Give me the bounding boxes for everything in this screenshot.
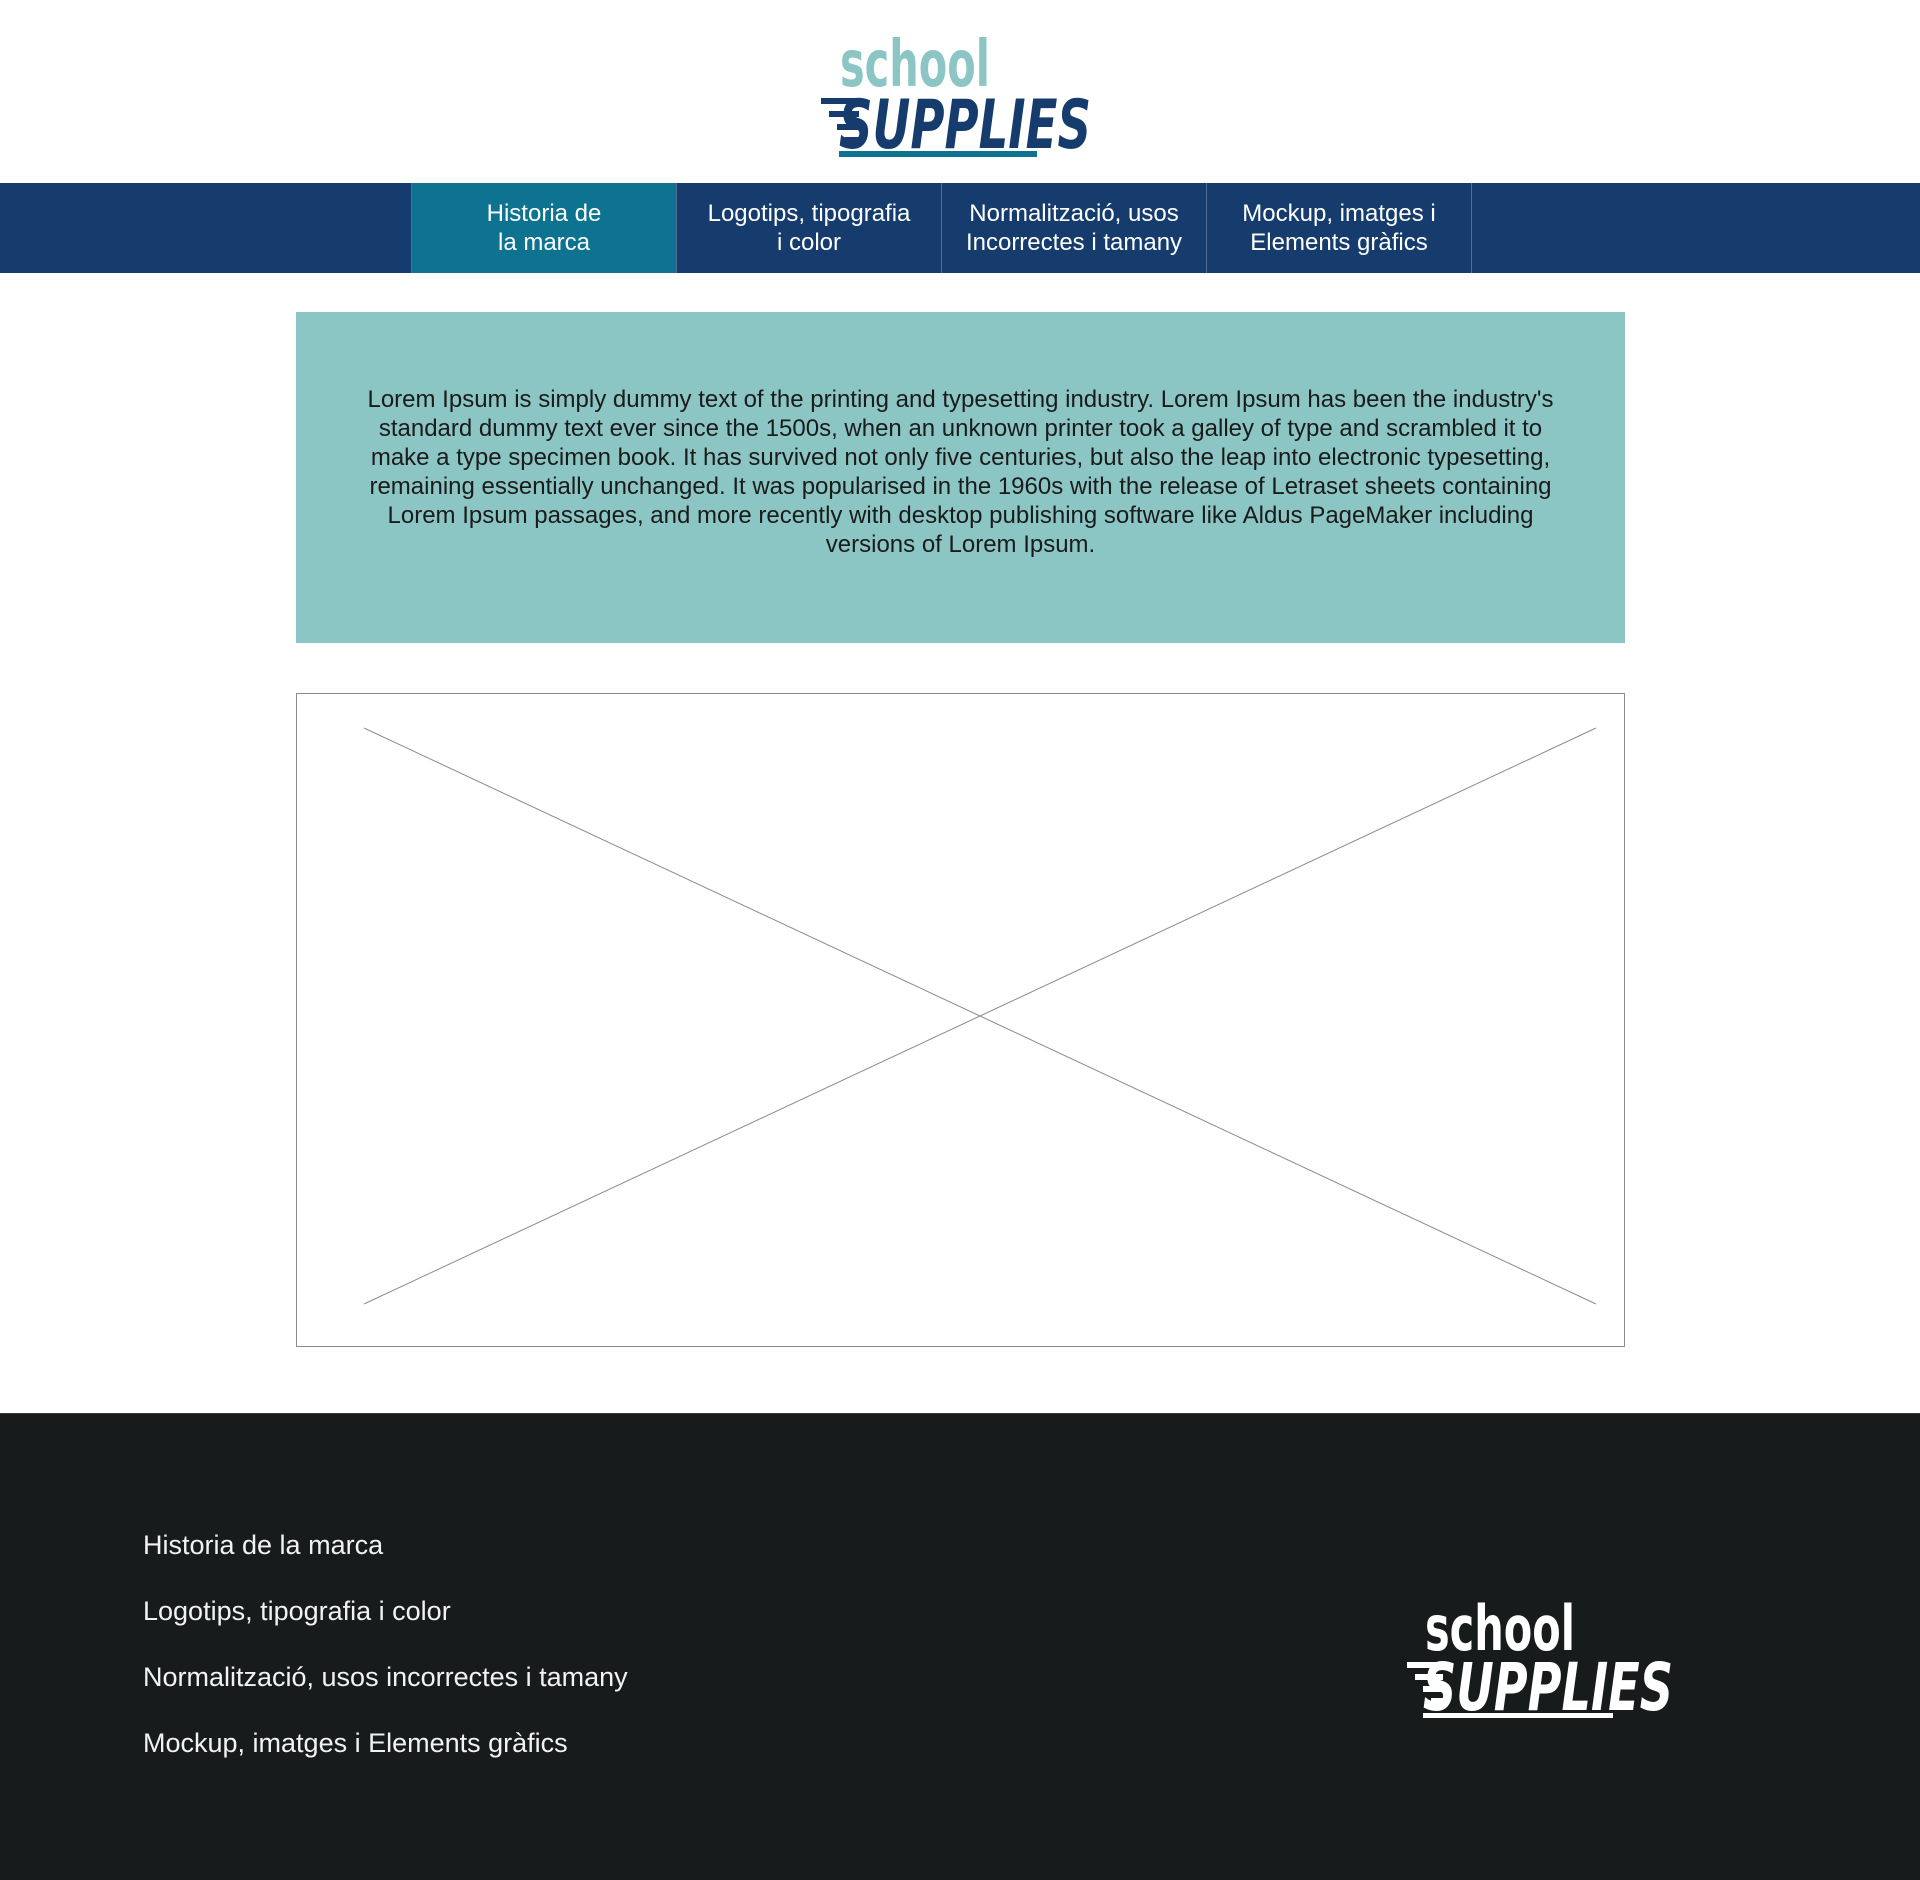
tab-mockup-imatges-elements[interactable]: Mockup, imatges i Elements gràfics <box>1207 183 1472 273</box>
footer-link-historia[interactable]: Historia de la marca <box>143 1529 628 1561</box>
site-header: school SUPPLIES <box>0 0 1920 183</box>
image-placeholder-icon <box>363 727 1597 1305</box>
footer-link-logotips[interactable]: Logotips, tipografia i color <box>143 1595 628 1627</box>
footer-logo-underline <box>1423 1713 1613 1718</box>
intro-text: Lorem Ipsum is simply dummy text of the … <box>367 386 1554 558</box>
footer-link-mockup[interactable]: Mockup, imatges i Elements gràfics <box>143 1727 628 1759</box>
tab-historia-de-la-marca[interactable]: Historia de la marca <box>412 183 677 273</box>
logo-underline <box>839 151 1037 157</box>
tab-logotips-tipografia-color[interactable]: Logotips, tipografia i color <box>677 183 942 273</box>
main-navigation: Historia de la marca Logotips, tipografi… <box>0 183 1920 273</box>
footer-link-normalitzacio[interactable]: Normalització, usos incorrectes i tamany <box>143 1661 628 1693</box>
footer-logo[interactable]: school SUPPLIES <box>1403 1586 1683 1726</box>
image-placeholder <box>296 693 1625 1347</box>
school-supplies-logo[interactable]: school SUPPLIES <box>815 20 1105 165</box>
tab-normalitzacio-usos-tamany[interactable]: Normalització, usos Incorrectes i tamany <box>942 183 1207 273</box>
nav-tabs: Historia de la marca Logotips, tipografi… <box>411 183 1472 273</box>
footer-links: Historia de la marca Logotips, tipografi… <box>143 1529 628 1793</box>
site-footer: Historia de la marca Logotips, tipografi… <box>0 1413 1920 1880</box>
intro-box: Lorem Ipsum is simply dummy text of the … <box>296 312 1625 643</box>
